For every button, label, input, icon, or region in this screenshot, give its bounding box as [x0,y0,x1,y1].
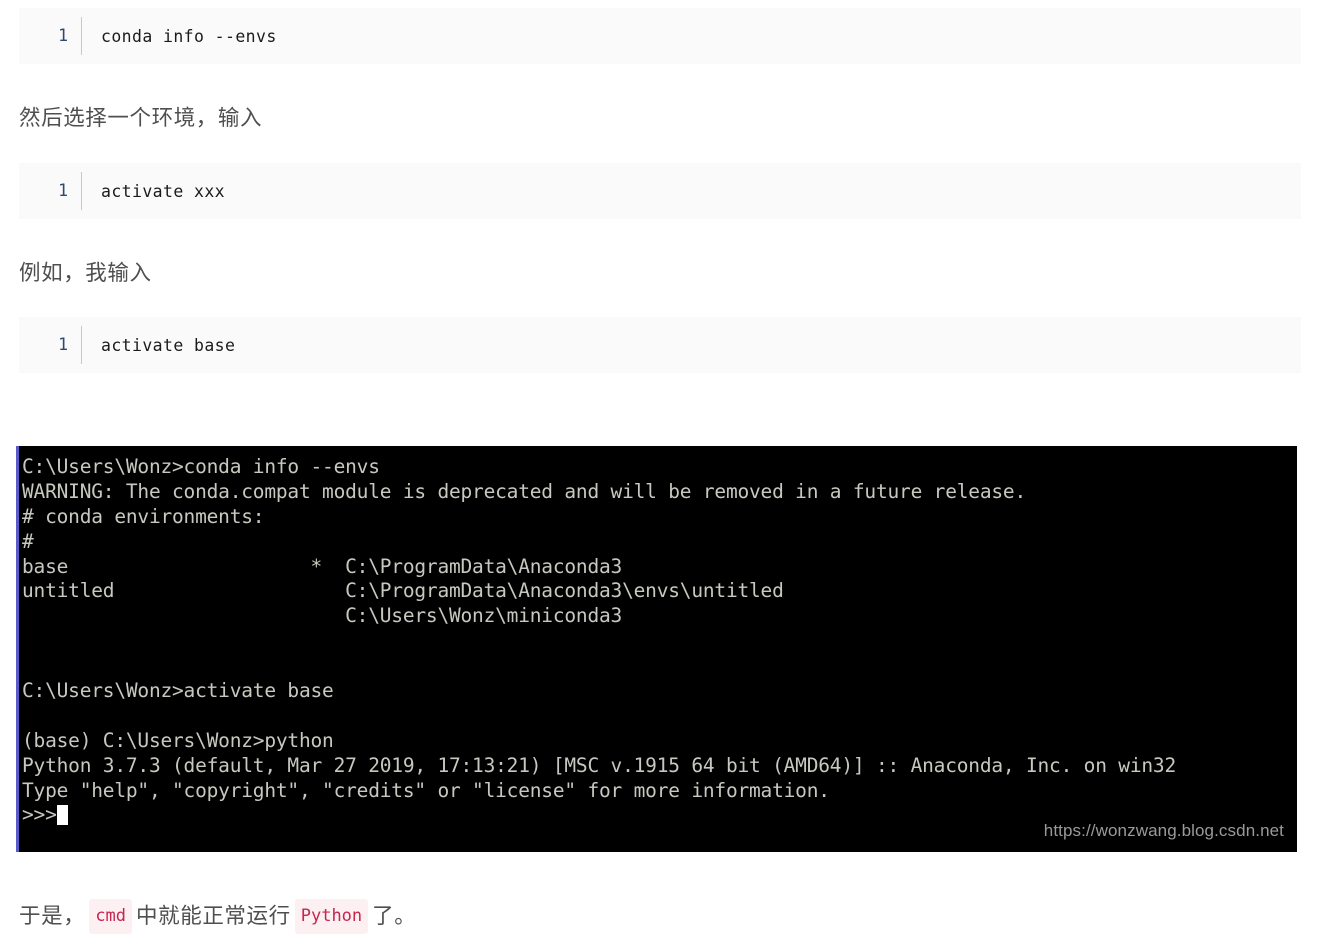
terminal-line: C:\Users\Wonz>conda info --envs [22,455,380,478]
conclusion-text-after: 了。 [372,904,417,928]
paragraph-example: 例如，我输入 [19,261,152,285]
code-line-number: 1 [58,25,68,45]
terminal-line: Type "help", "copyright", "credits" or "… [22,778,830,802]
prompt-text: >>> [22,803,57,827]
code-line-number: 1 [58,334,68,354]
terminal-line: # [22,529,34,553]
code-row: 1 conda info --envs [19,8,1301,64]
article-page: 1 conda info --envs 然后选择一个环境，输入 1 activa… [0,0,1321,949]
code-content[interactable]: activate xxx [82,182,225,201]
code-block-activate-base[interactable]: 1 activate base [19,317,1301,373]
terminal-line: C:\Users\Wonz\miniconda3 [22,604,623,628]
conclusion-text-before: 于是， [19,904,86,928]
terminal-line: base * C:\ProgramData\Anaconda3 [22,554,623,578]
terminal-screenshot: C:\Users\Wonz>conda info --envs WARNING: … [16,446,1297,852]
code-line-number: 1 [58,180,68,200]
paragraph-conclusion: 于是， cmd 中就能正常运行 Python 了。 [19,899,416,934]
code-block-activate-xxx[interactable]: 1 activate xxx [19,163,1301,219]
terminal-line: untitled C:\ProgramData\Anaconda3\envs\u… [22,579,784,603]
code-row: 1 activate xxx [19,163,1301,219]
terminal-line: C:\Users\Wonz>activate base [22,679,334,703]
terminal-line: # conda environments: [22,504,265,528]
watermark-url: https://wonzwang.blog.csdn.net [1043,821,1284,840]
code-content[interactable]: conda info --envs [82,27,277,46]
inline-code-python: Python [294,899,369,934]
code-block-conda-info[interactable]: 1 conda info --envs [19,8,1301,64]
code-row: 1 activate base [19,317,1301,373]
inline-code-cmd: cmd [89,899,133,934]
terminal-cursor [56,805,68,826]
conclusion-text-middle: 中就能正常运行 [136,904,291,928]
terminal-line: WARNING: The conda.compat module is depr… [22,479,1026,503]
terminal-output: C:\Users\Wonz>conda info --envs WARNING: … [22,455,1297,852]
terminal-line: Python 3.7.3 (default, Mar 27 2019, 17:1… [22,753,1176,777]
terminal-line: (base) C:\Users\Wonz>python [22,728,334,752]
code-content[interactable]: activate base [82,336,235,355]
paragraph-select-env: 然后选择一个环境，输入 [19,106,263,130]
